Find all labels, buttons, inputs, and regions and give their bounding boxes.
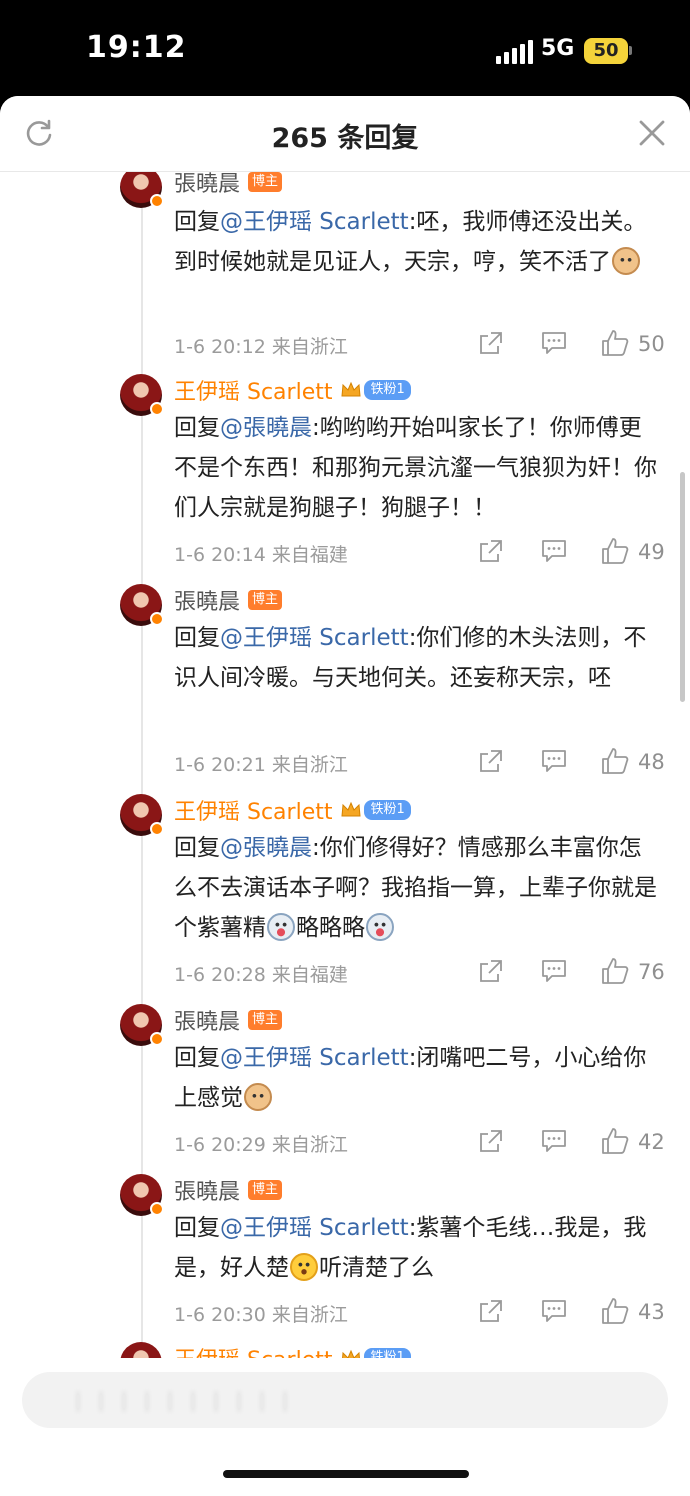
fan-level-tag: 铁粉1 [364, 380, 411, 400]
reply-text: 回复@張曉晨:你们修得好？情感那么丰富你怎么不去演话本子啊？我掐指一算，上辈子你… [174, 835, 657, 941]
username[interactable]: 王伊瑶 Scarlett [174, 794, 332, 826]
share-icon[interactable] [478, 538, 504, 564]
like-icon[interactable] [600, 1296, 630, 1326]
comment-icon[interactable] [540, 1128, 568, 1154]
reply-text: 回复@王伊瑶 Scarlett:闭嘴吧二号，小心给你上感觉 [174, 1045, 647, 1111]
mention-link[interactable]: @張曉晨 [220, 835, 312, 861]
verified-badge-icon [150, 822, 164, 836]
share-icon[interactable] [478, 1128, 504, 1154]
reply-footer: 1-6 20:21 来自浙江 48 [174, 746, 674, 776]
shocked-emoji-icon [290, 1253, 318, 1281]
page-title: 265 条回复 [271, 123, 419, 154]
reply-meta: 張曉晨 博主 [174, 584, 283, 616]
cat-emoji-icon [612, 247, 640, 275]
verified-badge-icon [150, 1032, 164, 1046]
reply-time-location: 1-6 20:12 来自浙江 [174, 336, 348, 358]
cat-emoji-icon [244, 1083, 272, 1111]
reply-time-location: 1-6 20:21 来自浙江 [174, 754, 348, 776]
share-icon[interactable] [478, 330, 504, 356]
blogger-tag: 博主 [248, 590, 283, 610]
mention-link[interactable]: @王伊瑶 Scarlett [220, 625, 409, 651]
like-count: 76 [638, 960, 665, 984]
like-icon[interactable] [600, 536, 630, 566]
signal-icon [496, 40, 533, 64]
verified-badge-icon [150, 612, 164, 626]
reply-footer: 1-6 20:14 来自福建 49 [174, 536, 674, 566]
username[interactable]: 張曉晨 [174, 584, 240, 616]
mention-link[interactable]: @王伊瑶 Scarlett [220, 1045, 409, 1071]
reply-time-location: 1-6 20:14 来自福建 [174, 544, 348, 566]
battery-tip [629, 46, 632, 55]
username[interactable]: 張曉晨 [174, 1004, 240, 1036]
reply-footer: 1-6 20:12 来自浙江 50 [174, 328, 674, 358]
share-icon[interactable] [478, 1298, 504, 1324]
blogger-tag: 博主 [248, 1180, 283, 1200]
crown-icon [341, 801, 362, 817]
reply-composer: ｜｜｜｜｜｜｜｜｜｜ [0, 1358, 690, 1496]
reply-text: 回复@王伊瑶 Scarlett:你们修的木头法则，不识人间冷暖。与天地何关。还妄… [174, 625, 647, 691]
reply-input-text: ｜｜｜｜｜｜｜｜｜｜ [68, 1390, 298, 1414]
share-icon[interactable] [478, 748, 504, 774]
reply-meta: 王伊瑶 Scarlett 铁粉1 [174, 794, 411, 826]
scrollbar[interactable] [680, 472, 685, 702]
reply-text: 回复@王伊瑶 Scarlett:紫薯个毛线…我是，我是，好人楚 听清楚了么 [174, 1215, 647, 1281]
status-time: 19:12 [86, 30, 187, 65]
comment-icon[interactable] [540, 748, 568, 774]
network-type: 5G [541, 36, 575, 61]
reply-time-location: 1-6 20:28 来自福建 [174, 964, 348, 986]
like-count: 48 [638, 750, 665, 774]
like-count: 50 [638, 332, 665, 356]
like-icon[interactable] [600, 328, 630, 358]
reply-input[interactable]: ｜｜｜｜｜｜｜｜｜｜ [22, 1372, 668, 1428]
sheet-header: 265 条回复 [0, 96, 690, 172]
reply-time-location: 1-6 20:29 来自浙江 [174, 1134, 348, 1156]
comment-icon[interactable] [540, 1298, 568, 1324]
like-icon[interactable] [600, 956, 630, 986]
reply-text: 回复@張曉晨:哟哟哟开始叫家长了！你师傅更不是个东西！和那狗元景沆瀣一气狼狈为奸… [174, 415, 657, 521]
mention-link[interactable]: @王伊瑶 Scarlett [220, 1215, 409, 1241]
reply-meta: 張曉晨 博主 [174, 1174, 283, 1206]
like-count: 49 [638, 540, 665, 564]
like-count: 43 [638, 1300, 665, 1324]
mention-link[interactable]: @張曉晨 [220, 415, 312, 441]
like-icon[interactable] [600, 746, 630, 776]
reply-footer: 1-6 20:28 来自福建 76 [174, 956, 674, 986]
status-bar: 19:12 5G 50 [0, 0, 690, 100]
home-indicator[interactable] [223, 1470, 469, 1478]
like-icon[interactable] [600, 1126, 630, 1156]
blogger-tag: 博主 [248, 172, 283, 192]
replies-sheet: 265 条回复 張曉晨 博主 回复@王伊瑶 Scarlett:呸，我师傅还没出关… [0, 96, 690, 1496]
reply-footer: 1-6 20:30 来自浙江 43 [174, 1296, 674, 1326]
verified-badge-icon [150, 402, 164, 416]
reply-meta: 王伊瑶 Scarlett 铁粉1 [174, 374, 411, 406]
reply-text: 回复@王伊瑶 Scarlett:呸，我师傅还没出关。到时候她就是见证人，天宗，哼… [174, 209, 647, 275]
fan-level-tag: 铁粉1 [364, 800, 411, 820]
tongue-emoji-icon [267, 913, 295, 941]
comment-icon[interactable] [540, 538, 568, 564]
verified-badge-icon [150, 1202, 164, 1216]
crown-icon [341, 381, 362, 397]
username[interactable]: 王伊瑶 Scarlett [174, 374, 332, 406]
comment-icon[interactable] [540, 330, 568, 356]
like-count: 42 [638, 1130, 665, 1154]
reply-time-location: 1-6 20:30 来自浙江 [174, 1304, 348, 1326]
username[interactable]: 張曉晨 [174, 1174, 240, 1206]
tongue-emoji-icon [366, 913, 394, 941]
mention-link[interactable]: @王伊瑶 Scarlett [220, 209, 409, 235]
blogger-tag: 博主 [248, 1010, 283, 1030]
close-icon[interactable] [637, 118, 667, 148]
reply-footer: 1-6 20:29 来自浙江 42 [174, 1126, 674, 1156]
verified-badge-icon [150, 194, 164, 208]
reply-meta: 張曉晨 博主 [174, 1004, 283, 1036]
battery-icon: 50 [584, 38, 628, 64]
comment-icon[interactable] [540, 958, 568, 984]
share-icon[interactable] [478, 958, 504, 984]
